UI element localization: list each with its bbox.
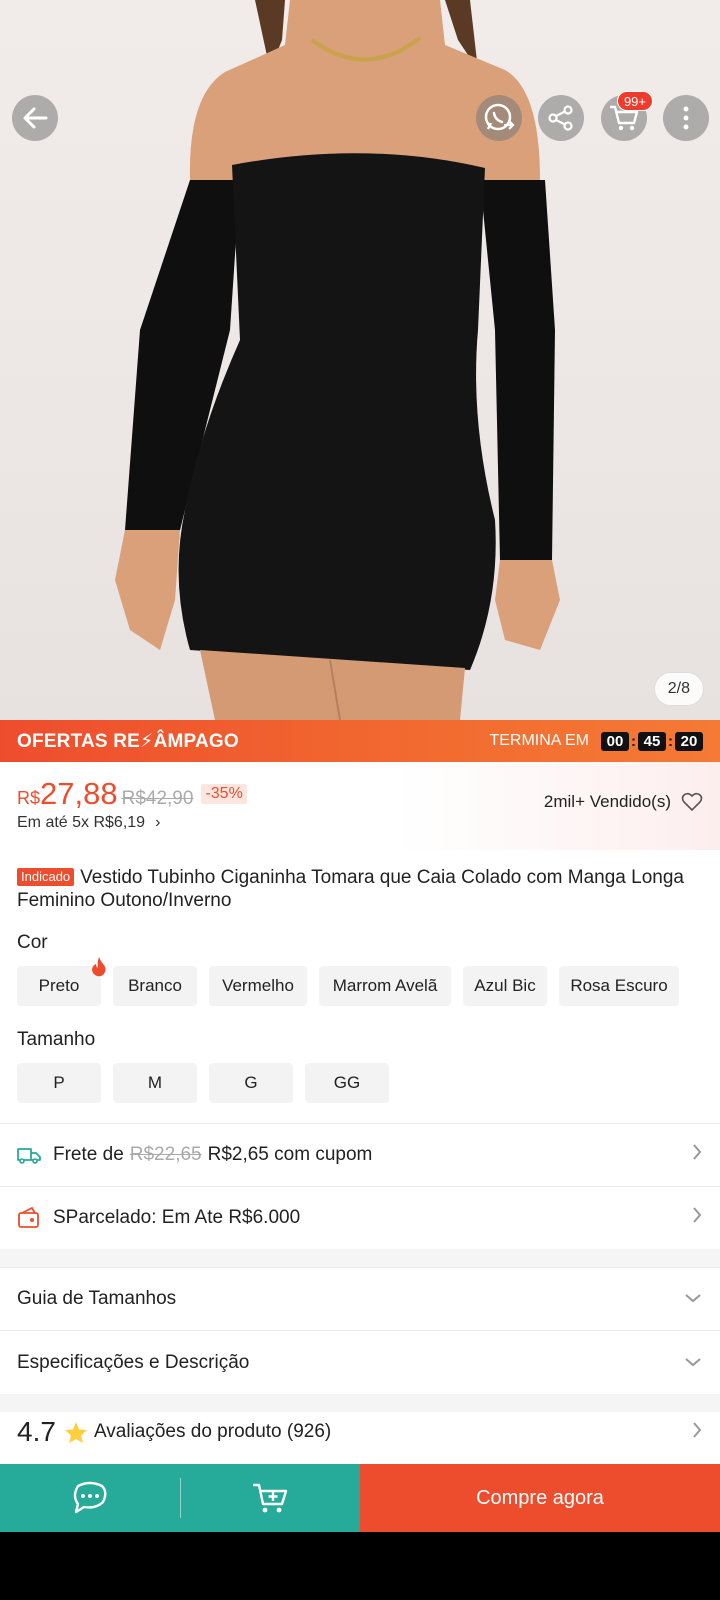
chevron-right-icon [691, 1142, 703, 1168]
arrow-left-icon [23, 107, 48, 129]
chat-icon [73, 1481, 107, 1514]
bottom-action-bar: Compre agora [0, 1464, 720, 1532]
chevron-right-icon [691, 1420, 703, 1445]
color-options: Preto Branco Vermelho Marrom Avelã Azul … [17, 957, 679, 1006]
buy-now-button[interactable]: Compre agora [360, 1464, 720, 1532]
color-option-preto[interactable]: Preto [17, 957, 106, 1006]
size-guide-row[interactable]: Guia de Tamanhos [0, 1267, 720, 1330]
flash-countdown: TERMINA EM 00 : 45 : 20 [489, 731, 703, 751]
heart-icon[interactable] [681, 792, 703, 812]
product-image-carousel[interactable]: 99+ 2/8 [0, 0, 720, 720]
chevron-right-icon [691, 1205, 703, 1231]
size-options: P M G GG [17, 1063, 401, 1103]
countdown-seconds: 20 [675, 731, 703, 751]
image-counter: 2/8 [653, 672, 704, 706]
star-icon [64, 1421, 87, 1443]
color-option-azul-bic[interactable]: Azul Bic [463, 966, 547, 1006]
flash-sale-title: OFERTAS RE⚡ÂMPAGO [17, 730, 239, 752]
countdown-hours: 00 [601, 731, 629, 751]
color-option-vermelho[interactable]: Vermelho [209, 966, 307, 1006]
recommended-tag: Indicado [17, 868, 75, 886]
wallet-icon [18, 1207, 39, 1228]
price-section: R$ 27,88 R$42,90 -35% Em até 5x R$6,19 ›… [0, 762, 720, 850]
color-option-rosa-escuro[interactable]: Rosa Escuro [559, 966, 679, 1006]
shipping-prefix: Frete de [53, 1144, 124, 1165]
product-page: 99+ 2/8 OFERTAS RE⚡ÂMPAGO TERMINA EM 00 … [0, 0, 720, 1532]
installment-text: SParcelado: Em Ate R$6.000 [53, 1207, 301, 1228]
product-title-text: Vestido Tubinho Ciganinha Tomara que Cai… [17, 867, 684, 911]
sold-text: 2mil+ Vendido(s) [543, 792, 671, 811]
rating-row[interactable]: 4.7 Avaliações do produto (926) [0, 1412, 720, 1452]
specs-label: Especificações e Descrição [17, 1351, 250, 1373]
truck-icon [17, 1148, 41, 1164]
current-price: 27,88 [40, 776, 118, 811]
original-price: R$42,90 [121, 788, 194, 809]
size-option-m[interactable]: M [113, 1063, 197, 1103]
discount-badge: -35% [201, 784, 247, 804]
rating-score: 4.7 [17, 1416, 56, 1447]
chevron-right-icon: › [155, 814, 161, 831]
add-to-cart-icon [253, 1483, 288, 1513]
add-to-cart-button[interactable] [180, 1464, 360, 1532]
chevron-down-icon [683, 1288, 703, 1310]
shipping-new-price: R$2,65 com cupom [207, 1144, 373, 1165]
installments-text: Em até 5x R$6,19 [17, 814, 146, 831]
whatsapp-share-icon [484, 103, 515, 131]
share-button[interactable] [538, 95, 584, 141]
color-option-branco[interactable]: Branco [113, 966, 197, 1006]
section-divider [0, 1394, 720, 1412]
size-label: Tamanho [17, 1029, 96, 1050]
installments-link[interactable]: Em até 5x R$6,19 › [17, 814, 703, 832]
color-option-marrom-avela[interactable]: Marrom Avelã [319, 966, 451, 1006]
size-option-p[interactable]: P [17, 1063, 101, 1103]
size-option-gg[interactable]: GG [305, 1063, 389, 1103]
cart-button[interactable]: 99+ [601, 91, 653, 141]
installment-row[interactable]: SParcelado: Em Ate R$6.000 [0, 1186, 720, 1249]
section-divider [0, 1249, 720, 1267]
size-option-g[interactable]: G [209, 1063, 293, 1103]
more-vertical-icon [683, 106, 689, 130]
countdown-minutes: 45 [638, 731, 666, 751]
color-label: Cor [17, 932, 48, 953]
size-guide-label: Guia de Tamanhos [17, 1288, 177, 1309]
rating-label: Avaliações do produto (926) [93, 1421, 332, 1442]
shipping-row[interactable]: Frete de R$22,65 R$2,65 com cupom [0, 1123, 720, 1186]
chevron-down-icon [683, 1352, 703, 1374]
cart-count-badge: 99+ [616, 91, 653, 111]
price-currency: R$ [17, 788, 41, 808]
shipping-old-price: R$22,65 [129, 1144, 202, 1165]
sold-count: 2mil+ Vendido(s) [544, 792, 703, 812]
product-title: Indicado Vestido Tubinho Ciganinha Tomara… [17, 866, 690, 912]
back-button[interactable] [12, 95, 58, 141]
whatsapp-share-button[interactable] [476, 95, 522, 141]
flash-sale-banner[interactable]: OFERTAS RE⚡ÂMPAGO TERMINA EM 00 : 45 : 2… [0, 720, 720, 762]
fire-icon [92, 957, 106, 977]
countdown-label: TERMINA EM [489, 732, 589, 749]
chat-button[interactable] [0, 1464, 180, 1532]
more-options-button[interactable] [663, 95, 709, 141]
specs-row[interactable]: Especificações e Descrição [0, 1330, 720, 1394]
share-icon [548, 105, 573, 131]
